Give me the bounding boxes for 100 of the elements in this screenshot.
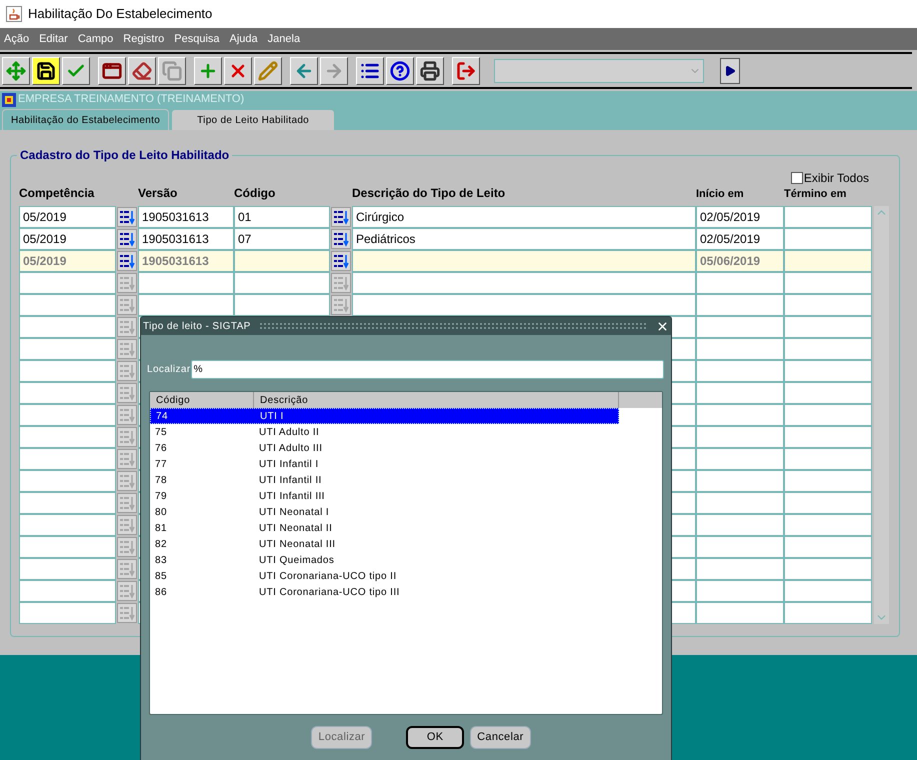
table-cell[interactable]: 05/2019 — [19, 206, 116, 228]
table-cell[interactable]: 05/2019 — [19, 228, 116, 250]
toolbar-button[interactable] — [194, 56, 222, 84]
table-cell[interactable] — [696, 602, 784, 624]
table-cell[interactable] — [696, 470, 784, 492]
table-cell[interactable] — [784, 294, 872, 316]
table-cell[interactable] — [784, 206, 872, 228]
scrollbar[interactable] — [874, 206, 889, 624]
table-cell[interactable] — [696, 382, 784, 404]
list-row[interactable]: 78 UTI Infantil II — [150, 472, 619, 488]
table-cell[interactable] — [19, 360, 116, 382]
menu-item[interactable]: Registro — [123, 30, 164, 48]
table-cell[interactable]: 02/05/2019 — [696, 228, 784, 250]
table-cell[interactable] — [19, 316, 116, 338]
table-cell[interactable] — [19, 470, 116, 492]
search-field[interactable]: % — [190, 360, 664, 379]
table-cell[interactable]: 07 — [234, 228, 330, 250]
table-cell[interactable] — [784, 426, 872, 448]
list-row[interactable]: 77 UTI Infantil I — [150, 456, 619, 472]
tab[interactable]: Tipo de Leito Habilitado — [171, 109, 336, 130]
table-cell[interactable] — [696, 492, 784, 514]
toolbar-button[interactable] — [128, 56, 156, 84]
list-row[interactable]: 74 UTI I — [150, 408, 619, 424]
table-cell[interactable] — [19, 514, 116, 536]
table-cell[interactable] — [234, 272, 330, 294]
table-cell[interactable] — [696, 316, 784, 338]
lookup-button[interactable] — [331, 251, 351, 271]
table-cell[interactable]: Pediátricos — [352, 228, 696, 250]
table-cell[interactable] — [696, 448, 784, 470]
toolbar-button[interactable] — [62, 56, 90, 84]
table-cell[interactable] — [19, 338, 116, 360]
table-cell[interactable]: Cirúrgico — [352, 206, 696, 228]
table-cell[interactable] — [19, 426, 116, 448]
table-cell[interactable] — [696, 580, 784, 602]
toolbar-button[interactable] — [2, 56, 30, 84]
lookup-button[interactable] — [331, 229, 351, 249]
table-cell[interactable] — [784, 382, 872, 404]
table-cell[interactable]: 1905031613 — [138, 228, 234, 250]
menu-item[interactable]: Pesquisa — [174, 30, 220, 48]
menu-item[interactable]: Campo — [78, 30, 114, 48]
table-cell[interactable] — [784, 250, 872, 272]
combo-box[interactable] — [494, 58, 704, 82]
lookup-button[interactable] — [331, 207, 351, 227]
table-cell[interactable] — [19, 404, 116, 426]
table-cell[interactable] — [784, 272, 872, 294]
table-cell[interactable] — [352, 250, 696, 272]
table-cell[interactable] — [696, 338, 784, 360]
tab[interactable]: Habilitação do Estabelecimento — [2, 109, 170, 130]
table-cell[interactable] — [696, 514, 784, 536]
menu-item[interactable]: Ação — [4, 30, 30, 48]
menu-item[interactable]: Ajuda — [230, 30, 258, 48]
toolbar-button[interactable] — [356, 56, 384, 84]
list-row[interactable]: 75 UTI Adulto II — [150, 424, 619, 440]
menu-item[interactable]: Janela — [268, 30, 300, 48]
checkbox[interactable] — [790, 172, 803, 184]
toolbar-button[interactable] — [254, 56, 282, 84]
table-cell[interactable] — [784, 470, 872, 492]
table-cell[interactable] — [696, 426, 784, 448]
table-cell[interactable]: 1905031613 — [138, 206, 234, 228]
dialog-button[interactable]: OK — [406, 726, 464, 749]
lookup-button[interactable] — [117, 251, 137, 271]
toolbar-button[interactable] — [224, 56, 252, 84]
table-cell[interactable] — [19, 448, 116, 470]
list-row[interactable]: 82 UTI Neonatal III — [150, 536, 619, 552]
table-cell[interactable] — [696, 272, 784, 294]
table-cell[interactable] — [19, 492, 116, 514]
table-cell[interactable] — [352, 294, 696, 316]
lookup-button[interactable] — [117, 229, 137, 249]
table-cell[interactable] — [784, 580, 872, 602]
table-cell[interactable] — [696, 360, 784, 382]
table-cell[interactable] — [784, 602, 872, 624]
table-cell[interactable] — [784, 338, 872, 360]
table-cell[interactable] — [138, 294, 234, 316]
lookup-button[interactable] — [117, 207, 137, 227]
table-cell[interactable] — [696, 558, 784, 580]
toolbar-button[interactable] — [290, 56, 318, 84]
table-cell[interactable] — [352, 272, 696, 294]
table-cell[interactable] — [19, 602, 116, 624]
table-cell[interactable] — [19, 382, 116, 404]
list-row[interactable]: 85 UTI Coronariana-UCO tipo II — [150, 568, 619, 584]
table-cell[interactable] — [784, 404, 872, 426]
toolbar-button[interactable] — [32, 56, 60, 84]
list-row[interactable]: 83 UTI Queimados — [150, 552, 619, 568]
table-cell[interactable] — [784, 492, 872, 514]
table-cell[interactable] — [784, 360, 872, 382]
table-cell[interactable] — [19, 536, 116, 558]
table-cell[interactable] — [696, 536, 784, 558]
table-cell[interactable] — [19, 580, 116, 602]
table-cell[interactable] — [696, 404, 784, 426]
table-cell[interactable] — [784, 558, 872, 580]
table-cell[interactable] — [784, 448, 872, 470]
toolbar-button[interactable] — [386, 56, 414, 84]
table-cell[interactable]: 1905031613 — [138, 250, 234, 272]
table-cell[interactable] — [234, 250, 330, 272]
list-row[interactable]: 86 UTI Coronariana-UCO tipo III — [150, 584, 619, 600]
table-cell[interactable]: 02/05/2019 — [696, 206, 784, 228]
table-cell[interactable]: 01 — [234, 206, 330, 228]
table-cell[interactable] — [19, 272, 116, 294]
table-cell[interactable] — [19, 294, 116, 316]
table-cell[interactable] — [138, 272, 234, 294]
